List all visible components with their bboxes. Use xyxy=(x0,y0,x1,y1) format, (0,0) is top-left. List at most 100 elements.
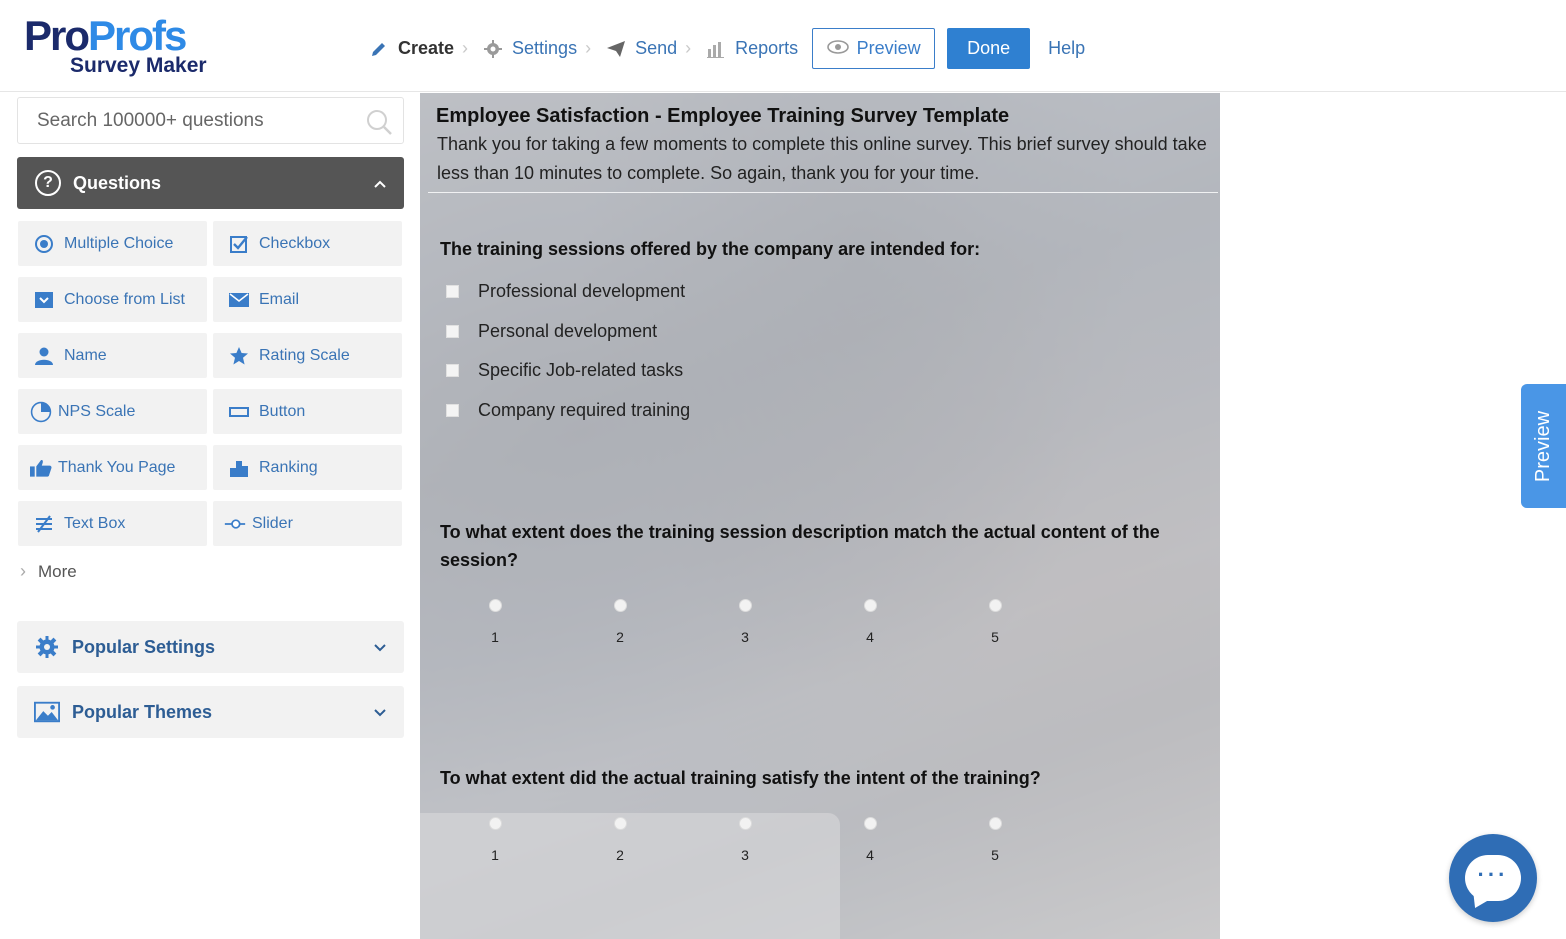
popular-settings-panel[interactable]: Popular Settings xyxy=(17,621,404,673)
gear-icon xyxy=(482,38,504,60)
radio-button[interactable] xyxy=(738,599,752,612)
scale-label: 3 xyxy=(741,847,749,863)
nav-settings[interactable]: Settings xyxy=(482,28,577,69)
chevron-right-icon: › xyxy=(685,38,692,58)
scale-label: 5 xyxy=(991,629,999,645)
scale-option[interactable]: 1 xyxy=(480,599,510,645)
question-1-text[interactable]: The training sessions offered by the com… xyxy=(440,235,1200,263)
question-1-option[interactable]: Professional development xyxy=(446,281,685,302)
preview-side-tab[interactable]: Preview xyxy=(1521,384,1566,508)
checkbox[interactable] xyxy=(446,364,459,377)
scale-option[interactable]: 2 xyxy=(605,817,635,863)
scale-label: 4 xyxy=(866,629,874,645)
nav-send-label: Send xyxy=(635,38,678,58)
radio-button[interactable] xyxy=(488,599,502,612)
radio-button[interactable] xyxy=(988,817,1002,830)
question-2-text[interactable]: To what extent does the training session… xyxy=(440,518,1200,574)
done-button[interactable]: Done xyxy=(947,28,1031,69)
question-type-text-box[interactable]: Text Box xyxy=(18,501,207,546)
scale-label: 2 xyxy=(616,629,624,645)
survey-header[interactable]: Employee Satisfaction - Employee Trainin… xyxy=(428,103,1218,193)
dropdown-icon xyxy=(33,289,55,311)
scale-option[interactable]: 5 xyxy=(980,817,1010,863)
chevron-right-icon: › xyxy=(585,38,592,58)
radio-button[interactable] xyxy=(738,817,752,830)
chevron-right-icon: › xyxy=(462,38,469,58)
help-link[interactable]: Help xyxy=(1048,38,1085,59)
checkbox[interactable] xyxy=(446,325,459,338)
search-icon[interactable] xyxy=(365,108,393,136)
radio-button[interactable] xyxy=(613,599,627,612)
question-type-label: Rating Scale xyxy=(259,346,350,364)
question-type-slider[interactable]: Slider xyxy=(213,501,402,546)
question-type-button[interactable]: Button xyxy=(213,389,402,434)
proprofs-logo[interactable]: ProProfs Survey Maker xyxy=(24,14,214,80)
checkbox[interactable] xyxy=(446,285,459,298)
question-type-multiple-choice[interactable]: Multiple Choice xyxy=(18,221,207,266)
question-type-nps-scale[interactable]: NPS Scale xyxy=(18,389,207,434)
popular-themes-panel[interactable]: Popular Themes xyxy=(17,686,404,738)
nav-send[interactable]: Send xyxy=(605,28,677,69)
survey-title[interactable]: Employee Satisfaction - Employee Trainin… xyxy=(436,103,1218,130)
radio-button[interactable] xyxy=(863,817,877,830)
question-type-thank-you-page[interactable]: Thank You Page xyxy=(18,445,207,490)
question-type-label: Choose from List xyxy=(64,290,185,308)
question-type-label: Button xyxy=(259,402,306,420)
radio-button[interactable] xyxy=(988,599,1002,612)
questions-panel-header[interactable]: ? Questions xyxy=(17,157,404,209)
question-type-label: Multiple Choice xyxy=(64,234,174,252)
chevron-right-icon: › xyxy=(20,561,26,581)
scale-option[interactable]: 3 xyxy=(730,817,760,863)
checkbox[interactable] xyxy=(446,404,459,417)
question-search xyxy=(17,97,404,144)
nav-reports[interactable]: Reports xyxy=(705,28,798,69)
star-icon xyxy=(228,345,250,367)
question-mark-icon: ? xyxy=(35,170,61,196)
preview-button[interactable]: Preview xyxy=(812,28,936,69)
scale-option[interactable]: 5 xyxy=(980,599,1010,645)
radio-button[interactable] xyxy=(613,817,627,830)
option-label: Personal development xyxy=(478,321,658,341)
chevron-up-icon xyxy=(374,175,386,191)
radio-button[interactable] xyxy=(863,599,877,612)
nav-create-label: Create xyxy=(398,38,455,58)
question-1-option[interactable]: Specific Job-related tasks xyxy=(446,360,683,381)
chevron-down-icon xyxy=(374,704,386,720)
scale-option[interactable]: 4 xyxy=(855,599,885,645)
nav-settings-label: Settings xyxy=(512,38,578,58)
question-type-label: Text Box xyxy=(64,514,126,532)
chat-button[interactable]: ··· xyxy=(1449,834,1537,922)
pencil-icon xyxy=(368,38,390,60)
scale-option[interactable]: 3 xyxy=(730,599,760,645)
question-type-rating-scale[interactable]: Rating Scale xyxy=(213,333,402,378)
question-type-checkbox[interactable]: Checkbox xyxy=(213,221,402,266)
background-overlay xyxy=(420,93,1220,939)
email-icon xyxy=(228,289,250,311)
survey-description[interactable]: Thank you for taking a few moments to co… xyxy=(437,130,1217,188)
question-type-choose-from-list[interactable]: Choose from List xyxy=(18,277,207,322)
scale-option[interactable]: 4 xyxy=(855,817,885,863)
nps-icon xyxy=(30,401,52,423)
question-type-label: NPS Scale xyxy=(58,402,136,420)
scale-label: 1 xyxy=(491,629,499,645)
question-1-option[interactable]: Personal development xyxy=(446,321,657,342)
question-type-email[interactable]: Email xyxy=(213,277,402,322)
option-label: Professional development xyxy=(478,281,686,301)
survey-canvas: Employee Satisfaction - Employee Trainin… xyxy=(420,93,1220,939)
more-question-types[interactable]: › More xyxy=(20,561,77,582)
question-type-ranking[interactable]: Ranking xyxy=(213,445,402,490)
scale-option[interactable]: 2 xyxy=(605,599,635,645)
scale-option[interactable]: 1 xyxy=(480,817,510,863)
question-3-text[interactable]: To what extent did the actual training s… xyxy=(440,764,1200,792)
radio-button[interactable] xyxy=(488,817,502,830)
nav-create[interactable]: Create xyxy=(368,28,454,69)
question-type-name[interactable]: Name xyxy=(18,333,207,378)
option-label: Company required training xyxy=(478,400,691,420)
ranking-icon xyxy=(228,457,250,479)
question-type-label: Thank You Page xyxy=(58,458,176,476)
slider-icon xyxy=(224,513,246,535)
search-input[interactable] xyxy=(18,98,338,143)
ellipsis-icon: ··· xyxy=(1477,862,1509,887)
question-type-label: Checkbox xyxy=(259,234,331,252)
question-1-option[interactable]: Company required training xyxy=(446,400,690,421)
